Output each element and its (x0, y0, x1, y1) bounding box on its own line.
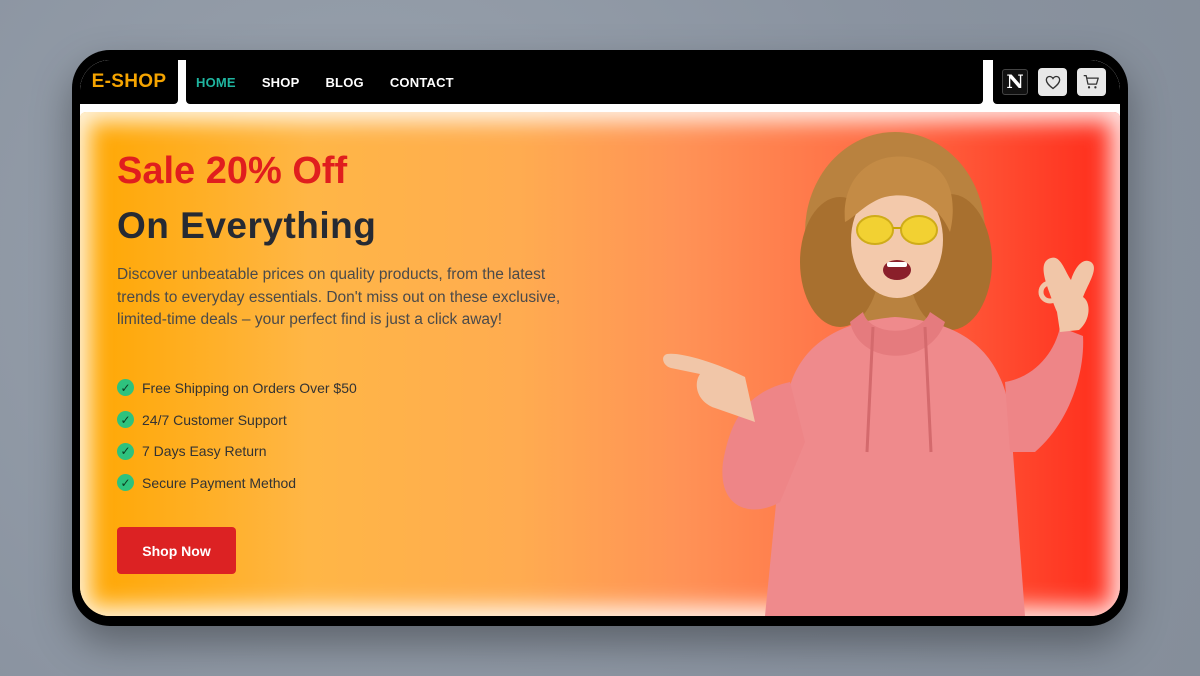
main-menu: HOME SHOP BLOG CONTACT (186, 60, 983, 104)
nav-blog[interactable]: BLOG (325, 75, 363, 90)
nav-home[interactable]: HOME (196, 75, 236, 90)
feature-label: Free Shipping on Orders Over $50 (142, 379, 357, 396)
navbar: E-SHOP HOME SHOP BLOG CONTACT N (80, 60, 1120, 110)
cart-button[interactable] (1077, 68, 1106, 96)
nav-shop[interactable]: SHOP (262, 75, 300, 90)
feature-item: ✓ Secure Payment Method (117, 467, 357, 499)
shop-now-button[interactable]: Shop Now (117, 527, 236, 574)
hero-banner: Sale 20% Off On Everything Discover unbe… (80, 112, 1120, 616)
feature-label: 24/7 Customer Support (142, 411, 287, 428)
nav-contact[interactable]: CONTACT (390, 75, 454, 90)
feature-item: ✓ 7 Days Easy Return (117, 435, 357, 467)
feature-list: ✓ Free Shipping on Orders Over $50 ✓ 24/… (117, 372, 357, 499)
check-icon: ✓ (117, 442, 134, 460)
brand-container: E-SHOP (80, 60, 178, 104)
check-icon: ✓ (117, 379, 134, 397)
check-icon: ✓ (117, 411, 134, 429)
check-icon: ✓ (117, 474, 134, 492)
screen: E-SHOP HOME SHOP BLOG CONTACT N Sale 20%… (80, 60, 1120, 616)
feature-item: ✓ Free Shipping on Orders Over $50 (117, 372, 357, 404)
hero-description: Discover unbeatable prices on quality pr… (117, 266, 561, 328)
feature-label: Secure Payment Method (142, 474, 297, 491)
wishlist-button[interactable] (1038, 68, 1067, 96)
sale-heading: Sale 20% Off (117, 150, 348, 192)
cart-icon (1083, 74, 1099, 89)
nav-icons: N (993, 60, 1120, 104)
feature-label: 7 Days Easy Return (142, 443, 267, 460)
feature-item: ✓ 24/7 Customer Support (117, 404, 357, 436)
n-logo-icon[interactable]: N (1002, 69, 1028, 95)
hero-headline: On Everything (117, 205, 377, 246)
heart-icon (1045, 75, 1060, 89)
device-frame: E-SHOP HOME SHOP BLOG CONTACT N Sale 20%… (72, 50, 1128, 626)
brand-logo[interactable]: E-SHOP (92, 71, 167, 93)
hero-model-image (663, 132, 1094, 616)
